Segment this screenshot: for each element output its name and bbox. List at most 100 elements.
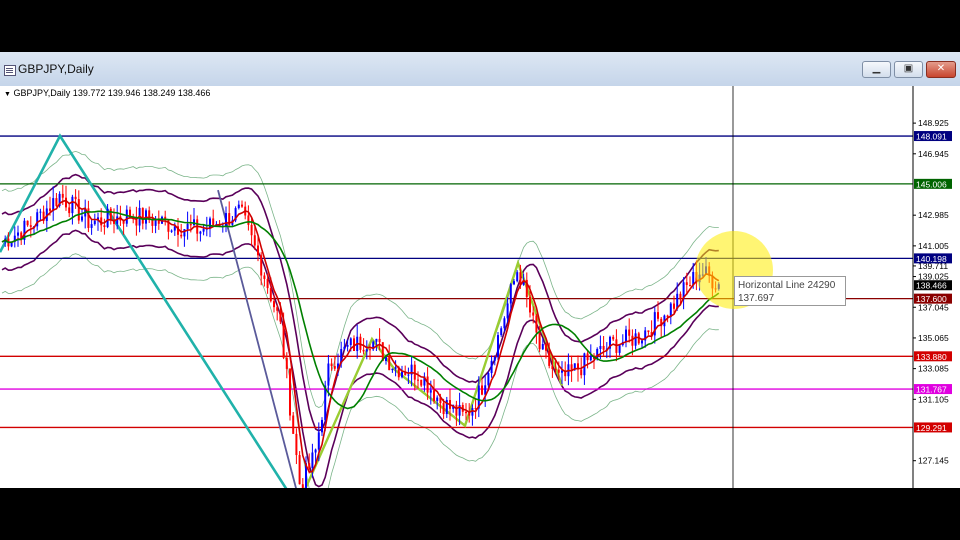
candle-body: [529, 296, 531, 313]
candle-body: [343, 346, 346, 350]
candle-body: [81, 216, 83, 221]
candle-body: [170, 230, 173, 232]
candle-body: [391, 368, 394, 371]
candle-body: [503, 318, 506, 329]
level-label-0: 148.091: [916, 132, 947, 142]
candle-body: [263, 275, 266, 279]
tooltip-name: Horizontal Line 24290: [738, 280, 836, 291]
inner-band-lower: [1, 229, 719, 488]
candle-body: [481, 385, 483, 395]
candle-body: [618, 345, 621, 353]
candle-body: [516, 272, 519, 282]
price-chart[interactable]: 148.925 146.945 142.985 141.005 139.711 139.0…: [0, 86, 960, 488]
candle-body: [346, 345, 349, 347]
candle-body: [285, 357, 288, 369]
price-scale-label: 135.065: [918, 333, 949, 343]
level-label-5: 131.767: [916, 385, 947, 395]
candle-body: [49, 208, 51, 211]
candle-body: [436, 397, 439, 402]
candle-body: [490, 360, 493, 374]
candle-body: [93, 220, 96, 225]
candle-body: [506, 303, 509, 319]
candle-body: [68, 207, 71, 214]
tooltip-value: 137.697: [738, 293, 775, 304]
line-tooltip: Horizontal Line 24290 137.697: [734, 276, 846, 306]
candle-body: [673, 303, 675, 309]
candle-body: [500, 328, 503, 336]
window-title: GBPJPY,Daily: [18, 62, 94, 76]
candle-body: [327, 363, 330, 386]
candle-body: [465, 411, 467, 414]
restore-button[interactable]: ▣: [894, 61, 923, 78]
candle-body: [551, 365, 554, 370]
level-label-2: 140.198: [916, 254, 947, 264]
candle-body: [333, 366, 336, 369]
close-button[interactable]: ✕: [926, 61, 956, 78]
candle-body: [628, 329, 631, 336]
candle-body: [493, 357, 496, 361]
candle-body: [266, 278, 269, 289]
candle-body: [292, 415, 295, 434]
candle-body: [125, 209, 128, 224]
candle-body: [362, 349, 365, 352]
candle-body: [109, 208, 112, 220]
candle-body: [532, 312, 535, 316]
candle-body: [541, 344, 544, 350]
candle-body: [65, 197, 67, 208]
level-label-1: 145.006: [916, 179, 947, 189]
candle-body: [401, 371, 403, 378]
candle-body: [545, 344, 547, 351]
candle-body: [330, 363, 333, 367]
candle-body: [602, 345, 605, 350]
price-scale-label: 133.085: [918, 364, 949, 374]
minimize-button[interactable]: ▁: [862, 61, 891, 78]
trend-line: [217, 189, 297, 488]
candle-body: [407, 374, 410, 376]
candle-body: [212, 218, 215, 226]
chart-window: GBPJPY,Daily ▁ ▣ ✕ 148.925 146.945 142.985…: [0, 52, 960, 488]
candle-body: [295, 433, 298, 456]
candle-body: [641, 340, 643, 344]
candle-body: [77, 199, 80, 221]
candle-body: [29, 225, 32, 227]
zigzag-down-line: [0, 133, 288, 488]
outer-band-lower: [1, 253, 719, 488]
candle-body: [426, 376, 429, 393]
candle-body: [548, 350, 551, 366]
candle-body: [202, 228, 205, 232]
candle-body: [429, 390, 432, 393]
candle-body: [276, 307, 279, 311]
price-scale-label: 146.945: [918, 149, 949, 159]
candle-body: [71, 196, 74, 214]
candle-body: [657, 312, 659, 319]
candle-body: [103, 225, 106, 228]
candle-body: [589, 355, 592, 361]
candle-body: [509, 284, 512, 304]
candle-body: [189, 223, 192, 226]
candle-body: [468, 413, 471, 416]
candle-body: [679, 293, 682, 300]
collapse-arrow-icon[interactable]: ▼: [4, 91, 11, 98]
candle-body: [612, 336, 615, 340]
candle-body: [90, 224, 93, 228]
price-scale-label: 127.145: [918, 456, 949, 466]
candle-body: [237, 204, 240, 209]
candle-body: [324, 385, 327, 420]
symbol-info: ▼ GBPJPY,Daily 139.772 139.946 138.249 1…: [2, 88, 213, 98]
candle-body: [74, 196, 77, 200]
candle-body: [685, 282, 688, 285]
zigzag-up-line: [304, 259, 564, 488]
candle-body: [369, 349, 371, 351]
window-titlebar[interactable]: GBPJPY,Daily ▁ ▣ ✕: [0, 52, 960, 87]
candle-body: [199, 231, 202, 234]
candle-body: [442, 403, 445, 415]
candle-body: [298, 455, 301, 485]
candle-body: [580, 369, 583, 376]
candle-body: [586, 353, 589, 361]
candle-body: [279, 310, 282, 322]
candle-body: [583, 353, 586, 376]
candle-body: [186, 223, 189, 230]
level-label-4: 133.880: [916, 352, 947, 362]
level-label-3: 137.600: [916, 294, 947, 304]
candle-body: [388, 356, 391, 371]
